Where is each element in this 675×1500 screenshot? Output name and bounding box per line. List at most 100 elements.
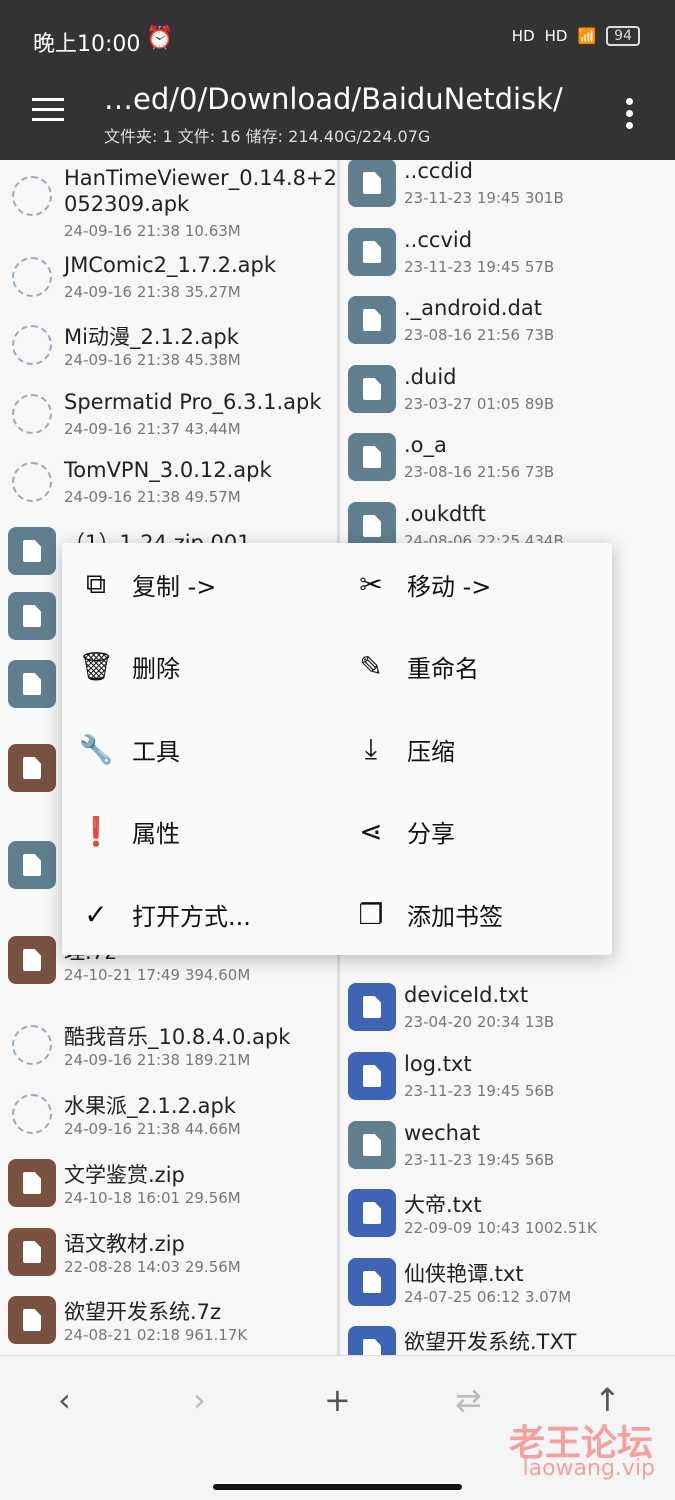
apk-icon <box>12 176 52 216</box>
file-icon <box>8 660 56 708</box>
home-indicator[interactable] <box>213 1484 462 1490</box>
apk-icon <box>12 462 52 502</box>
archive-icon <box>8 744 56 792</box>
apk-icon <box>12 257 52 297</box>
file-row[interactable]: 仙侠艳谭.txt 24-07-25 06:12 3.07M <box>340 1252 675 1320</box>
file-row[interactable]: wechat 23-11-23 19:45 56B <box>340 1115 675 1183</box>
file-name: Mi动漫_2.1.2.apk <box>64 325 239 349</box>
file-meta: 24-09-16 21:37 43.44M <box>64 420 241 438</box>
text-file-icon <box>348 983 396 1031</box>
archive-icon <box>8 1228 56 1276</box>
file-row[interactable]: Mi动漫_2.1.2.apk 24-09-16 21:38 45.38M <box>0 315 337 383</box>
file-row[interactable]: ..ccdid 23-11-23 19:45 301B <box>340 160 675 221</box>
file-meta: 24-07-25 06:12 3.07M <box>404 1288 572 1306</box>
wrench-icon: 🔧 <box>78 732 114 766</box>
file-meta: 23-04-20 20:34 13B <box>404 1013 555 1031</box>
file-icon <box>348 228 396 276</box>
file-row[interactable]: .o_a 23-08-16 21:56 73B <box>340 427 675 495</box>
file-row[interactable]: 水果派_2.1.2.apk 24-09-16 21:38 44.66M <box>0 1084 337 1152</box>
file-meta: 23-11-23 19:45 56B <box>404 1082 555 1100</box>
page-glyph <box>363 515 381 537</box>
file-icon <box>8 841 56 889</box>
watermark-url: laowang.vip <box>522 1456 655 1481</box>
file-meta: 22-08-28 14:03 29.56M <box>64 1258 241 1276</box>
file-meta: 23-08-16 21:56 73B <box>404 463 555 481</box>
page-glyph <box>363 378 381 400</box>
menu-item-label: 复制 -> <box>132 572 217 601</box>
file-row[interactable]: .duid 23-03-27 01:05 89B <box>340 359 675 427</box>
archive-icon <box>8 1159 56 1207</box>
status-icons: HD HD 📶 94 <box>512 26 640 46</box>
file-row[interactable]: 文学鉴赏.zip 24-10-18 16:01 29.56M <box>0 1153 337 1221</box>
forward-button[interactable]: › <box>193 1381 206 1419</box>
file-row[interactable]: ..ccvid 23-11-23 19:45 57B <box>340 222 675 290</box>
file-row[interactable]: deviceId.txt 23-04-20 20:34 13B <box>340 977 675 1045</box>
file-meta: 24-09-16 21:38 189.21M <box>64 1051 251 1069</box>
app-header: 晚上10:00 ⏰ HD HD 📶 94 …ed/0/Download/Baid… <box>0 0 675 160</box>
file-row[interactable]: JMComic2_1.7.2.apk 24-09-16 21:38 35.27M <box>0 247 337 315</box>
back-button[interactable]: ‹ <box>58 1381 71 1419</box>
swap-panes-button[interactable]: ⇄ <box>455 1381 482 1419</box>
menu-item-label: 添加书签 <box>407 902 503 931</box>
menu-item-wrench[interactable]: 🔧 工具 <box>62 708 332 790</box>
file-name: log.txt <box>404 1052 472 1076</box>
file-meta: 22-09-09 10:43 1002.51K <box>404 1219 597 1237</box>
menu-item-copy[interactable]: ⧉ 复制 -> <box>62 543 332 625</box>
page-glyph <box>363 172 381 194</box>
share-icon: ⋖ <box>359 815 383 848</box>
menu-item-bookmark[interactable]: ❐ 添加书签 <box>337 873 607 955</box>
file-name: .duid <box>404 365 457 389</box>
file-name: .oukdtft <box>404 502 486 526</box>
menu-item-trash[interactable]: 🗑 删除 <box>62 626 332 708</box>
archive-icon <box>8 936 56 984</box>
menu-item-label: 压缩 <box>407 737 455 766</box>
file-row[interactable]: 欲望开发系统.TXT <box>340 1320 675 1355</box>
file-row[interactable]: 语文教材.zip 22-08-28 14:03 29.56M <box>0 1222 337 1290</box>
alarm-icon: ⏰ <box>146 26 174 51</box>
file-name: 仙侠艳谭.txt <box>404 1262 524 1286</box>
file-row[interactable]: ._android.dat 23-08-16 21:56 73B <box>340 290 675 358</box>
page-glyph <box>363 241 381 263</box>
file-row[interactable]: 大帝.txt 22-09-09 10:43 1002.51K <box>340 1183 675 1251</box>
menu-item-info-alert[interactable]: ❗ 属性 <box>62 791 332 873</box>
file-meta: 23-11-23 19:45 56B <box>404 1151 555 1169</box>
page-glyph <box>363 1202 381 1224</box>
check-icon: ✓ <box>84 897 108 931</box>
menu-item-scissors[interactable]: ✂ 移动 -> <box>337 543 607 625</box>
file-meta: 24-09-16 21:38 35.27M <box>64 283 241 301</box>
file-row[interactable]: 欲望开发系统.7z 24-08-21 02:18 961.17K <box>0 1290 337 1355</box>
add-button[interactable]: + <box>324 1381 351 1419</box>
file-row[interactable]: Spermatid Pro_6.3.1.apk 24-09-16 21:37 43… <box>0 384 337 452</box>
file-icon <box>348 365 396 413</box>
current-path: …ed/0/Download/BaiduNetdisk/ <box>104 82 563 116</box>
menu-item-check[interactable]: ✓ 打开方式... <box>62 873 332 955</box>
page-glyph <box>363 446 381 468</box>
file-name: 水果派_2.1.2.apk <box>64 1094 236 1118</box>
signal-icon-2: HD <box>544 27 568 45</box>
copy-icon: ⧉ <box>86 567 106 600</box>
hamburger-menu-icon[interactable] <box>32 98 64 122</box>
file-name: deviceId.txt <box>404 983 529 1007</box>
menu-item-pencil[interactable]: ✎ 重命名 <box>337 626 607 708</box>
file-meta: 24-10-18 16:01 29.56M <box>64 1189 241 1207</box>
file-meta: 24-09-16 21:38 45.38M <box>64 351 241 369</box>
menu-item-share[interactable]: ⋖ 分享 <box>337 791 607 873</box>
context-menu: ⧉ 复制 -> ✂ 移动 -> 🗑 删除 ✎ 重命名 🔧 工具 ⤓ 压缩 ❗ 属性 ⋖ 分享 ✓ 打开方式... ❐… <box>62 543 612 955</box>
file-icon <box>348 1121 396 1169</box>
archive-icon <box>8 1296 56 1344</box>
file-row[interactable]: HanTimeViewer_0.14.8+24 052309.apk 24-09-1… <box>0 160 337 250</box>
page-glyph <box>23 854 41 876</box>
file-meta: 23-11-23 19:45 301B <box>404 189 564 207</box>
file-row[interactable]: log.txt 23-11-23 19:45 56B <box>340 1046 675 1114</box>
menu-item-label: 打开方式... <box>132 902 251 931</box>
file-name: 大帝.txt <box>404 1193 482 1217</box>
more-options-icon[interactable] <box>626 98 634 134</box>
file-meta: 24-08-21 02:18 961.17K <box>64 1326 248 1344</box>
menu-item-download[interactable]: ⤓ 压缩 <box>337 708 607 790</box>
file-name: wechat <box>404 1121 481 1145</box>
page-glyph <box>363 996 381 1018</box>
file-row[interactable]: 酷我音乐_10.8.4.0.apk 24-09-16 21:38 189.21M <box>0 1015 337 1083</box>
menu-item-label: 工具 <box>132 737 180 766</box>
file-name: HanTimeViewer_0.14.8+24 <box>64 166 337 190</box>
file-row[interactable]: TomVPN_3.0.12.apk 24-09-16 21:38 49.57M <box>0 452 337 520</box>
